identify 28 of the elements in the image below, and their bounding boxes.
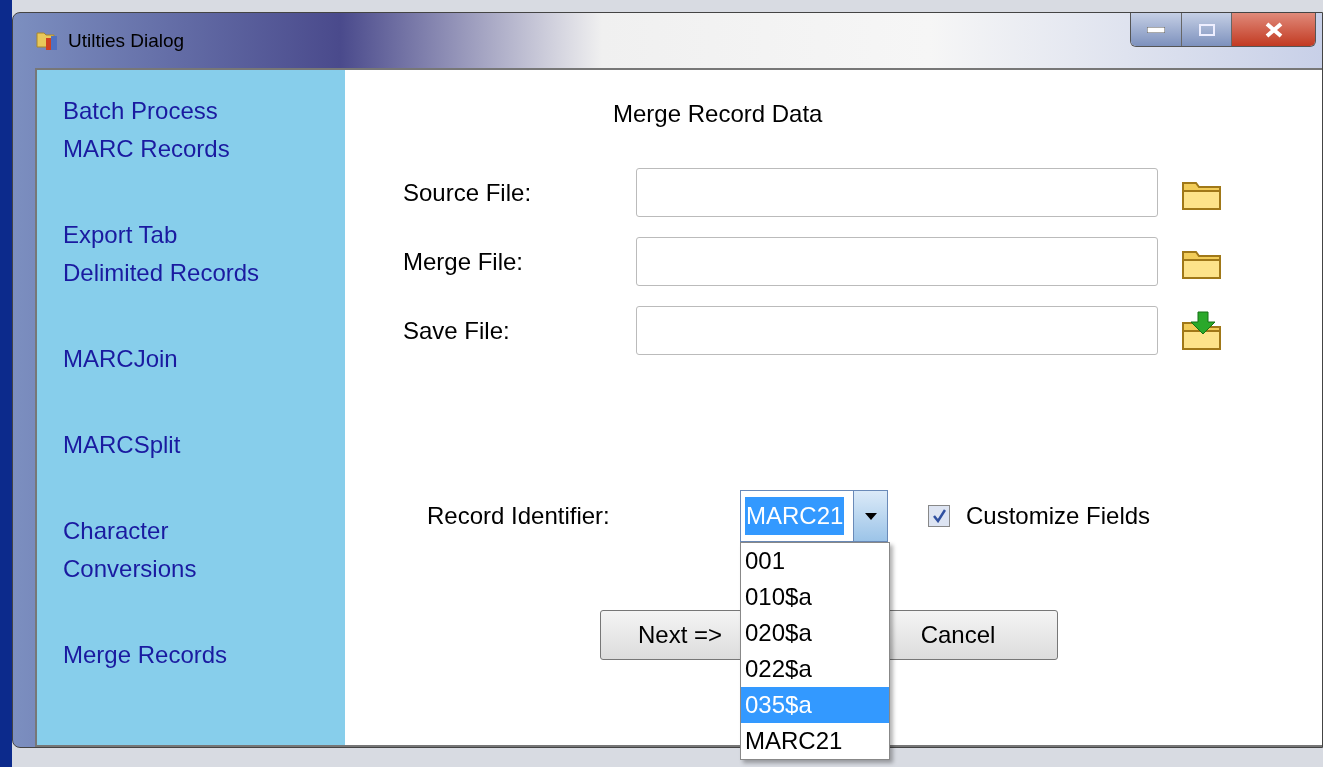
sidebar-link[interactable]: MARCSplit xyxy=(63,426,345,464)
form-title: Merge Record Data xyxy=(613,100,824,128)
file-path-field[interactable] xyxy=(636,306,1158,355)
sidebar-link[interactable]: MARCJoin xyxy=(63,340,345,378)
field-label: Merge File: xyxy=(403,247,525,276)
file-path-field[interactable] xyxy=(636,237,1158,286)
sidebar-link[interactable]: Character Conversions xyxy=(63,512,345,588)
window-title: Utilties Dialog xyxy=(68,29,185,52)
maximize-button[interactable] xyxy=(1181,13,1231,46)
dropdown-option[interactable]: MARC21 xyxy=(741,723,889,759)
sidebar-link[interactable]: Batch Process MARC Records xyxy=(63,92,345,168)
selected-value: MARC21 xyxy=(745,497,845,535)
field-label: Source File: xyxy=(403,178,533,207)
field-label: Save File: xyxy=(403,316,511,345)
field-label: Record Identifier: xyxy=(427,502,611,530)
folder-app-icon xyxy=(36,29,60,52)
checkbox[interactable] xyxy=(928,505,950,527)
checkbox-label: Customize Fields xyxy=(966,502,1151,530)
close-icon xyxy=(1264,21,1283,38)
minimize-icon xyxy=(1147,26,1165,33)
sidebar-link[interactable]: Export Tab Delimited Records xyxy=(63,216,345,292)
close-button[interactable] xyxy=(1231,13,1315,46)
dropdown-option[interactable]: 001 xyxy=(741,543,889,579)
file-path-field[interactable] xyxy=(636,168,1158,217)
maximize-icon xyxy=(1198,23,1215,36)
minimize-button[interactable] xyxy=(1131,13,1181,46)
sidebar-link[interactable]: Merge Records xyxy=(63,636,345,674)
folder-down-arrow-icon[interactable] xyxy=(1180,310,1224,351)
